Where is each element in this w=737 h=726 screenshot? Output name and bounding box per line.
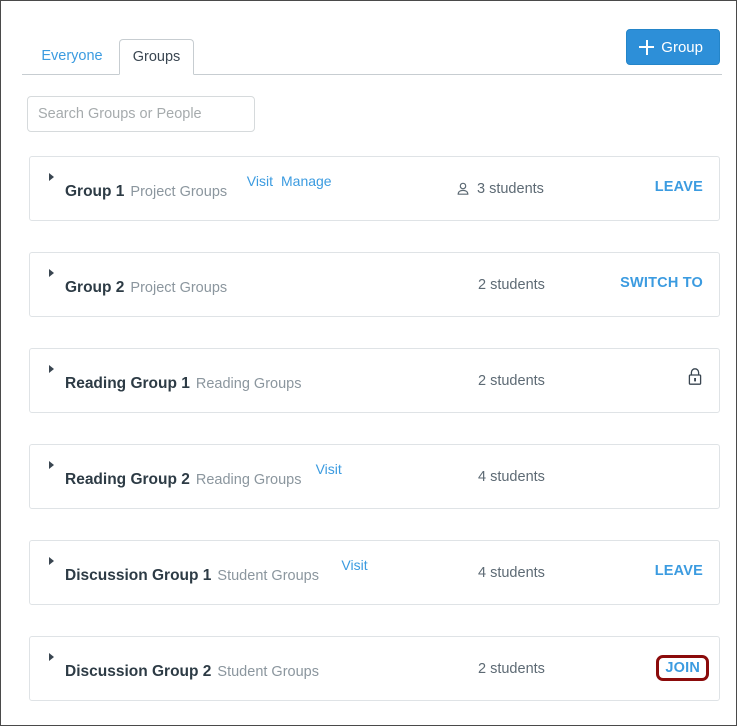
group-card: Group 2 Project Groups 2 students SWITCH TO <box>29 252 720 317</box>
group-inline-links: Visit Manage <box>247 173 332 189</box>
student-count: 2 students <box>478 277 545 293</box>
group-link-visit[interactable]: Visit <box>247 173 273 189</box>
expand-triangle-icon[interactable] <box>49 461 54 469</box>
group-inline-links: Visit <box>316 461 342 477</box>
expand-triangle-icon[interactable] <box>49 653 54 661</box>
group-title: Discussion Group 2 Student Groups <box>65 663 319 681</box>
add-group-button[interactable]: Group <box>626 29 720 65</box>
student-count-label: 4 students <box>478 565 545 581</box>
student-count: 2 students <box>478 373 545 389</box>
group-name: Group 1 <box>65 183 124 201</box>
expand-triangle-icon[interactable] <box>49 557 54 565</box>
group-set-name: Project Groups <box>130 280 227 296</box>
student-count-label: 2 students <box>478 661 545 677</box>
student-count-label: 2 students <box>478 277 545 293</box>
group-title: Reading Group 2 Reading Groups <box>65 471 301 489</box>
group-name: Reading Group 1 <box>65 375 190 393</box>
student-count-label: 3 students <box>477 181 544 197</box>
group-title: Reading Group 1 Reading Groups <box>65 375 301 393</box>
group-link-visit[interactable]: Visit <box>316 461 342 477</box>
expand-triangle-icon[interactable] <box>49 269 54 277</box>
people-icon <box>455 181 471 197</box>
group-card: Group 1 Project Groups Visit Manage 3 studen… <box>29 156 720 221</box>
people-groups-page: Everyone Groups Group Group 1 Project Gro… <box>0 0 737 726</box>
group-set-name: Student Groups <box>217 568 319 584</box>
tab-everyone[interactable]: Everyone <box>26 39 118 75</box>
student-count: 4 students <box>478 469 545 485</box>
group-card: Discussion Group 1 Student Groups Visit 4 s… <box>29 540 720 605</box>
add-group-button-label: Group <box>661 39 703 56</box>
group-action: SWITCH TO <box>620 275 703 291</box>
group-list: Group 1 Project Groups Visit Manage 3 studen… <box>29 156 720 726</box>
student-count: 3 students <box>455 181 544 197</box>
student-count-label: 4 students <box>478 469 545 485</box>
group-title: Group 2 Project Groups <box>65 279 227 297</box>
group-name: Discussion Group 1 <box>65 567 211 585</box>
lock-icon <box>687 367 703 391</box>
group-set-name: Project Groups <box>130 184 227 200</box>
student-count-label: 2 students <box>478 373 545 389</box>
group-card: Discussion Group 2 Student Groups 2 studen… <box>29 636 720 701</box>
group-title: Discussion Group 1 Student Groups <box>65 567 319 585</box>
group-action: LEAVE <box>655 179 703 195</box>
student-count: 2 students <box>478 661 545 677</box>
group-link-visit[interactable]: Visit <box>341 557 367 573</box>
group-set-name: Reading Groups <box>196 472 302 488</box>
group-action-join[interactable]: JOIN <box>656 655 709 681</box>
group-action: JOIN <box>656 659 703 681</box>
group-set-name: Student Groups <box>217 664 319 680</box>
group-card: Reading Group 2 Reading Groups Visit 4 stud… <box>29 444 720 509</box>
group-set-name: Reading Groups <box>196 376 302 392</box>
student-count: 4 students <box>478 565 545 581</box>
group-name: Group 2 <box>65 279 124 297</box>
group-action-leave[interactable]: LEAVE <box>655 563 703 579</box>
group-action-switch-to[interactable]: SWITCH TO <box>620 275 703 291</box>
group-link-manage[interactable]: Manage <box>281 173 332 189</box>
plus-icon <box>639 40 654 55</box>
group-name: Reading Group 2 <box>65 471 190 489</box>
group-name: Discussion Group 2 <box>65 663 211 681</box>
expand-triangle-icon[interactable] <box>49 365 54 373</box>
group-action: LEAVE <box>655 563 703 579</box>
group-card: Reading Group 1 Reading Groups 2 students <box>29 348 720 413</box>
group-action <box>687 367 703 391</box>
search-input[interactable] <box>27 96 255 132</box>
group-title: Group 1 Project Groups <box>65 183 227 201</box>
group-inline-links: Visit <box>341 557 367 573</box>
group-action-leave[interactable]: LEAVE <box>655 179 703 195</box>
expand-triangle-icon[interactable] <box>49 173 54 181</box>
tab-groups[interactable]: Groups <box>119 39 194 75</box>
